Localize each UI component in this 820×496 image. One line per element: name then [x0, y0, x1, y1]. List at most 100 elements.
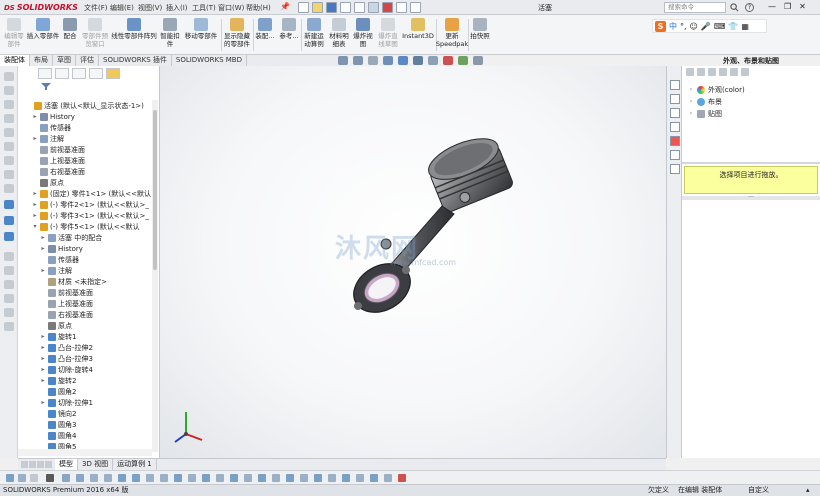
- up-icon[interactable]: [708, 68, 716, 76]
- file-explorer-icon[interactable]: [670, 108, 680, 118]
- search-input[interactable]: 搜索命令: [664, 2, 726, 13]
- expand-arrow-icon[interactable]: ▸: [32, 190, 38, 197]
- strip-tool-18-icon[interactable]: [4, 322, 14, 331]
- tab-evaluate[interactable]: 评估: [76, 55, 99, 66]
- menu-file[interactable]: 文件(F): [84, 3, 108, 13]
- tree-node[interactable]: ▸ 凸台-拉伸3: [40, 353, 93, 364]
- tp-item-decals[interactable]: › 贴图: [688, 108, 722, 119]
- bt-tool-17-icon[interactable]: [230, 474, 238, 482]
- edit-component-button[interactable]: 编辑零 部件: [3, 18, 25, 48]
- edit-appearance-icon[interactable]: [443, 56, 453, 65]
- help-icon[interactable]: ?: [745, 3, 754, 12]
- expand-arrow-icon[interactable]: ▸: [40, 245, 46, 252]
- tree-node[interactable]: ▸ History: [40, 243, 83, 254]
- strip-tool-8-icon[interactable]: [4, 170, 14, 179]
- status-arrow-icon[interactable]: ▴: [806, 485, 810, 496]
- hide-show-icon[interactable]: [428, 56, 438, 65]
- bom-button[interactable]: 材料明 细表: [328, 18, 350, 48]
- tab-assembly[interactable]: 装配体: [0, 55, 30, 66]
- ime-keyboard-icon[interactable]: ⌨: [714, 22, 726, 31]
- bt-tool-13-icon[interactable]: [174, 474, 182, 482]
- collapse-arrow-icon[interactable]: ▾: [32, 223, 38, 230]
- tree-node[interactable]: 前视基准面: [40, 287, 93, 298]
- tree-node[interactable]: ▸ 注解: [40, 265, 72, 276]
- expand-arrow-icon[interactable]: ▸: [40, 377, 46, 384]
- tab-sketch[interactable]: 草图: [53, 55, 76, 66]
- pin-pane-icon[interactable]: [741, 68, 749, 76]
- tree-node[interactable]: 右视基准面: [32, 166, 85, 177]
- tree-node[interactable]: 传感器: [32, 122, 71, 133]
- menu-edit[interactable]: 编辑(E): [110, 3, 134, 13]
- bt-tool-18-icon[interactable]: [244, 474, 252, 482]
- expand-arrow-icon[interactable]: ▸: [32, 201, 38, 208]
- tree-node[interactable]: ▸ (-) 零件2<1> (默认<<默认>_: [32, 199, 149, 210]
- smart-fastener-button[interactable]: 智能扣 件: [160, 18, 180, 48]
- bt-tool-7-icon[interactable]: [90, 474, 98, 482]
- strip-tool-2-icon[interactable]: [4, 86, 14, 95]
- bt-tool-28-icon[interactable]: [384, 474, 392, 482]
- display-style-icon[interactable]: [413, 56, 423, 65]
- bt-tool-22-icon[interactable]: [300, 474, 308, 482]
- bt-tool-8-icon[interactable]: [104, 474, 112, 482]
- ime-punct[interactable]: °,: [680, 22, 687, 31]
- tree-node[interactable]: ▸ (-) 零件3<1> (默认<<默认>_: [32, 210, 149, 221]
- strip-tool-7-icon[interactable]: [4, 156, 14, 165]
- expand-arrow-icon[interactable]: ▸: [32, 212, 38, 219]
- tree-node[interactable]: ▸ 注解: [32, 133, 64, 144]
- home-icon[interactable]: [670, 80, 680, 90]
- options-icon[interactable]: [410, 2, 421, 13]
- forum-icon[interactable]: [670, 164, 680, 174]
- bt-tool-11-icon[interactable]: [146, 474, 154, 482]
- section-view-icon[interactable]: [383, 56, 393, 65]
- pane-splitter-lower[interactable]: ···: [682, 195, 820, 201]
- tree-node[interactable]: 上视基准面: [40, 298, 93, 309]
- expand-arrow-icon[interactable]: ▸: [40, 234, 46, 241]
- bt-tool-25-icon[interactable]: [342, 474, 350, 482]
- tree-node[interactable]: ▸ (固定) 零件1<1> (默认<<默认: [32, 188, 151, 199]
- exploded-view-button[interactable]: 爆炸视 图: [352, 18, 374, 48]
- tree-node[interactable]: 传感器: [40, 254, 79, 265]
- undo-icon[interactable]: [354, 2, 365, 13]
- assembly-features-button[interactable]: 装配...: [254, 18, 276, 40]
- bt-tool-21-icon[interactable]: [286, 474, 294, 482]
- zoom-area-icon[interactable]: [353, 56, 363, 65]
- tree-node[interactable]: ▸ History: [32, 111, 75, 122]
- save-icon[interactable]: [326, 2, 337, 13]
- tree-node[interactable]: 上视基准面: [32, 155, 85, 166]
- expand-arrow-icon[interactable]: ▸: [32, 135, 38, 142]
- expand-arrow-icon[interactable]: ▸: [40, 366, 46, 373]
- ime-voice-icon[interactable]: 🎤: [701, 22, 711, 31]
- design-library-icon[interactable]: [670, 94, 680, 104]
- bt-tool-26-icon[interactable]: [356, 474, 364, 482]
- tree-node[interactable]: ▸ 旋转1: [40, 331, 76, 342]
- tab-model[interactable]: 模型: [55, 459, 78, 470]
- tree-node[interactable]: ▸ 活塞 中的配合: [40, 232, 102, 243]
- linear-pattern-button[interactable]: 线性零部件阵列: [110, 18, 158, 40]
- strip-tool-5-icon[interactable]: [4, 128, 14, 137]
- view-orientation-icon[interactable]: [398, 56, 408, 65]
- ime-toolbar[interactable]: S 中 °, ☺ 🎤 ⌨ 👕 ▦: [652, 19, 767, 33]
- solidworks-logo[interactable]: DS SOLIDWORKS: [4, 2, 78, 13]
- bt-tool-14-icon[interactable]: [188, 474, 196, 482]
- ime-skin-icon[interactable]: 👕: [728, 22, 738, 31]
- bt-select-icon[interactable]: [46, 474, 54, 482]
- explode-line-sketch-button[interactable]: 爆炸直 线草图: [376, 18, 400, 48]
- tree-node[interactable]: ▸ 切除-旋转4: [40, 364, 93, 375]
- menu-view[interactable]: 视图(V): [138, 3, 162, 13]
- strip-tool-12-icon[interactable]: [4, 232, 14, 241]
- bt-tool-24-icon[interactable]: [328, 474, 336, 482]
- pin-icon[interactable]: 📌: [280, 2, 290, 11]
- print-icon[interactable]: [340, 2, 351, 13]
- bt-tool-1-icon[interactable]: [6, 474, 14, 482]
- show-hidden-button[interactable]: 显示隐藏 的零部件: [222, 18, 252, 48]
- tp-item-scenes[interactable]: › 布景: [688, 96, 722, 107]
- strip-tool-16-icon[interactable]: [4, 294, 14, 303]
- update-speedpak-button[interactable]: 更新 Speedpak: [436, 18, 468, 48]
- tree-node[interactable]: 圆角3: [40, 419, 76, 430]
- tree-node[interactable]: 活塞 (默认<默认_显示状态-1>): [26, 100, 144, 111]
- bt-tool-12-icon[interactable]: [160, 474, 168, 482]
- strip-tool-15-icon[interactable]: [4, 280, 14, 289]
- close-button[interactable]: ✕: [799, 2, 806, 11]
- menu-window[interactable]: 窗口(W): [218, 3, 244, 13]
- tree-node[interactable]: 原点: [40, 320, 72, 331]
